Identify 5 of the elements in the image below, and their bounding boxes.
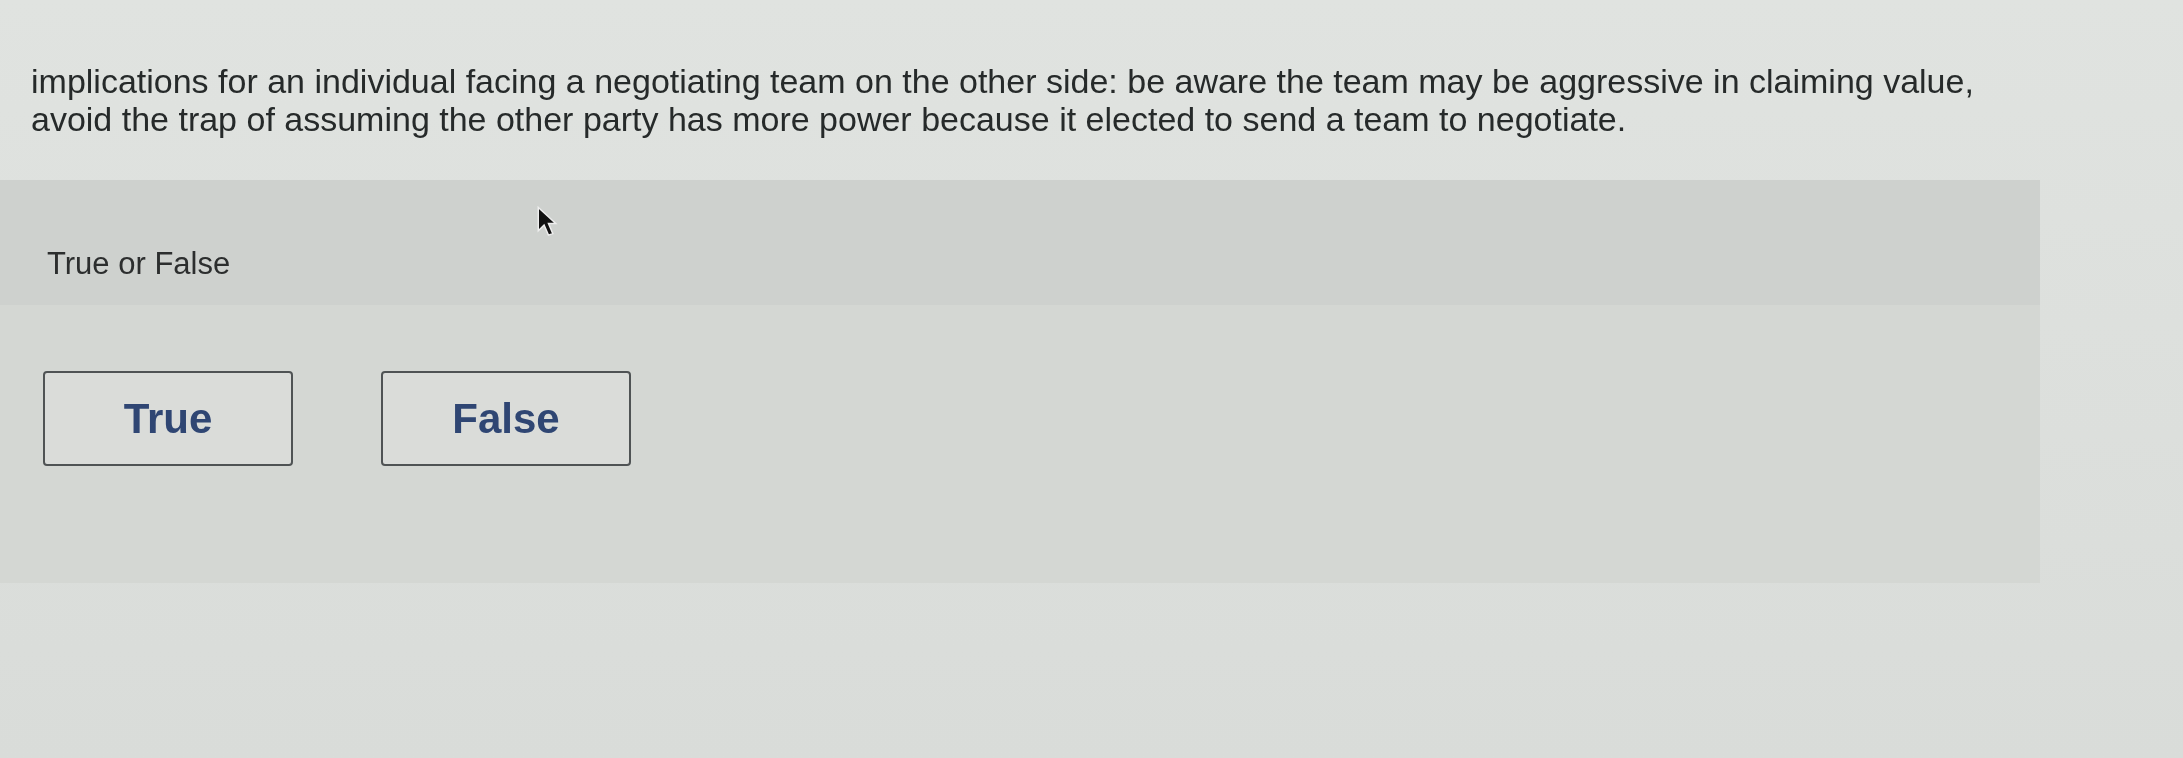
question-text: implications for an individual facing a negotiating team on the other side: be aware the team may be aggressive in claiming value, avoid the trap of assuming the other party has more power because it elected to send a team to negotiate.	[31, 62, 1974, 138]
mouse-pointer-icon	[536, 206, 558, 238]
answer-option-button[interactable]: True	[43, 371, 293, 466]
question-type-label: True or False	[47, 246, 231, 281]
answer-option-button[interactable]: False	[381, 371, 631, 466]
